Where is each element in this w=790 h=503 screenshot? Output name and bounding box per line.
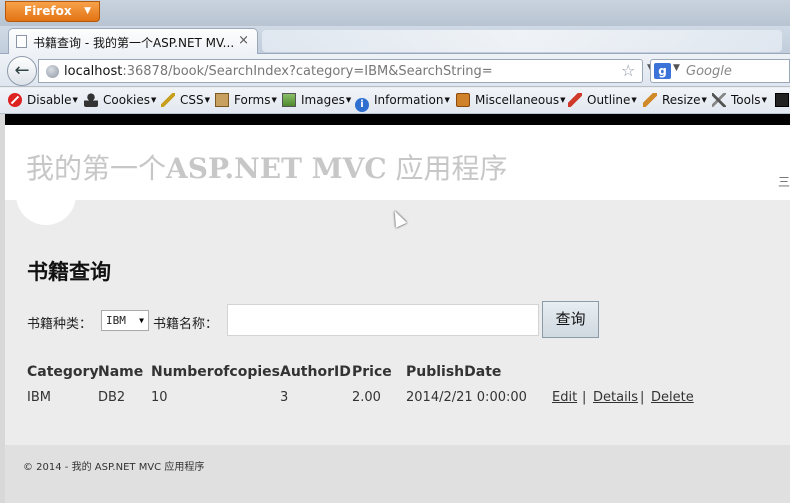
miscellaneous-icon (456, 93, 470, 107)
cell-publishdate: 2014/2/21 0:00:00 (406, 390, 527, 405)
images-menu[interactable]: Images▼ (282, 93, 351, 107)
resize-icon (643, 93, 657, 107)
toolbar-separator (0, 114, 790, 125)
window-titlebar: Firefox ▼ (0, 0, 790, 26)
tab-book-search[interactable]: 书籍查询 - 我的第一个ASP.NET MV... × (8, 28, 258, 54)
forms-icon (215, 93, 229, 107)
images-icon (282, 93, 296, 107)
forms-menu[interactable]: Forms▼ (215, 93, 277, 107)
back-button[interactable]: ← (7, 56, 37, 86)
delete-link[interactable]: Delete (651, 390, 694, 405)
view-source-menu[interactable] (775, 93, 790, 107)
view-source-icon (775, 93, 789, 107)
details-link[interactable]: Details (593, 390, 638, 405)
css-icon (161, 93, 175, 107)
menu-edge-glyph[interactable]: 三 (778, 173, 790, 190)
bookmark-star-icon[interactable]: ☆ (621, 61, 635, 80)
web-developer-toolbar: Disable▼ Cookies▼ CSS▼ Forms▼ Images▼ iI… (0, 88, 790, 114)
category-label: 书籍种类： (27, 317, 93, 332)
css-menu[interactable]: CSS▼ (161, 93, 210, 107)
chevron-down-icon: ▼ (84, 6, 91, 16)
book-name-input[interactable] (227, 304, 539, 336)
column-header-authorid: AuthorID (280, 364, 351, 380)
book-name-label: 书籍名称： (153, 317, 219, 332)
cookies-icon (84, 93, 98, 107)
site-header: 我的第一个ASP.NET MVC 应用程序 三 (5, 125, 790, 200)
firefox-menu-button[interactable]: Firefox ▼ (5, 1, 100, 22)
tab-title: 书籍查询 - 我的第一个ASP.NET MV... (33, 36, 235, 50)
back-arrow-icon: ← (14, 60, 30, 81)
disable-menu[interactable]: Disable▼ (8, 93, 78, 107)
disable-icon (8, 93, 22, 107)
category-select[interactable]: IBM ▼ (101, 310, 149, 331)
page-icon (16, 35, 27, 48)
cell-copies: 10 (151, 390, 168, 405)
outline-menu[interactable]: Outline▼ (568, 93, 637, 107)
action-separator: | (640, 390, 645, 405)
page-heading: 书籍查询 (27, 259, 111, 284)
cell-authorid: 3 (280, 390, 289, 405)
google-icon[interactable]: g (654, 63, 671, 79)
column-header-copies: Numberofcopies (151, 364, 280, 380)
chevron-down-icon: ▼ (139, 316, 144, 325)
tools-icon (712, 93, 726, 107)
edit-link[interactable]: Edit (552, 390, 577, 405)
site-title[interactable]: 我的第一个ASP.NET MVC 应用程序 (26, 147, 508, 187)
column-header-price: Price (352, 364, 392, 380)
column-header-category: Category (27, 364, 99, 380)
column-header-name: Name (98, 364, 144, 380)
firefox-menu-label: Firefox (24, 4, 72, 18)
url-bar[interactable]: localhost:36878/book/SearchIndex?categor… (38, 59, 672, 83)
tools-menu[interactable]: Tools▼ (712, 93, 767, 107)
copyright-text: © 2014 - 我的 ASP.NET MVC 应用程序 (23, 462, 205, 473)
resize-menu[interactable]: Resize▼ (643, 93, 707, 107)
close-tab-icon[interactable]: × (238, 33, 249, 48)
search-placeholder: Google (686, 64, 732, 79)
url-text: localhost:36878/book/SearchIndex?categor… (64, 64, 493, 79)
search-button[interactable]: 查询 (542, 301, 599, 338)
category-selected-value: IBM (106, 314, 126, 327)
cookies-menu[interactable]: Cookies▼ (84, 93, 156, 107)
information-menu[interactable]: i Information▼ (355, 93, 450, 112)
cell-price: 2.00 (352, 390, 381, 405)
site-footer: © 2014 - 我的 ASP.NET MVC 应用程序 (5, 445, 790, 503)
search-engine-dropdown-icon[interactable]: ▼ (673, 63, 680, 73)
tab-strip: 书籍查询 - 我的第一个ASP.NET MV... × (0, 26, 790, 54)
action-separator: | (582, 390, 587, 405)
cell-category: IBM (27, 390, 51, 405)
web-search-box[interactable]: g ▼ Google (650, 59, 790, 83)
cell-name: DB2 (98, 390, 126, 405)
blurred-tab-area (262, 30, 782, 52)
navigation-toolbar: ← localhost:36878/book/SearchIndex?categ… (0, 54, 790, 87)
column-header-publishdate: PublishDate (406, 364, 502, 380)
outline-icon (568, 93, 582, 107)
miscellaneous-menu[interactable]: Miscellaneous▼ (456, 93, 566, 107)
information-icon: i (355, 98, 369, 112)
globe-icon (46, 65, 59, 78)
